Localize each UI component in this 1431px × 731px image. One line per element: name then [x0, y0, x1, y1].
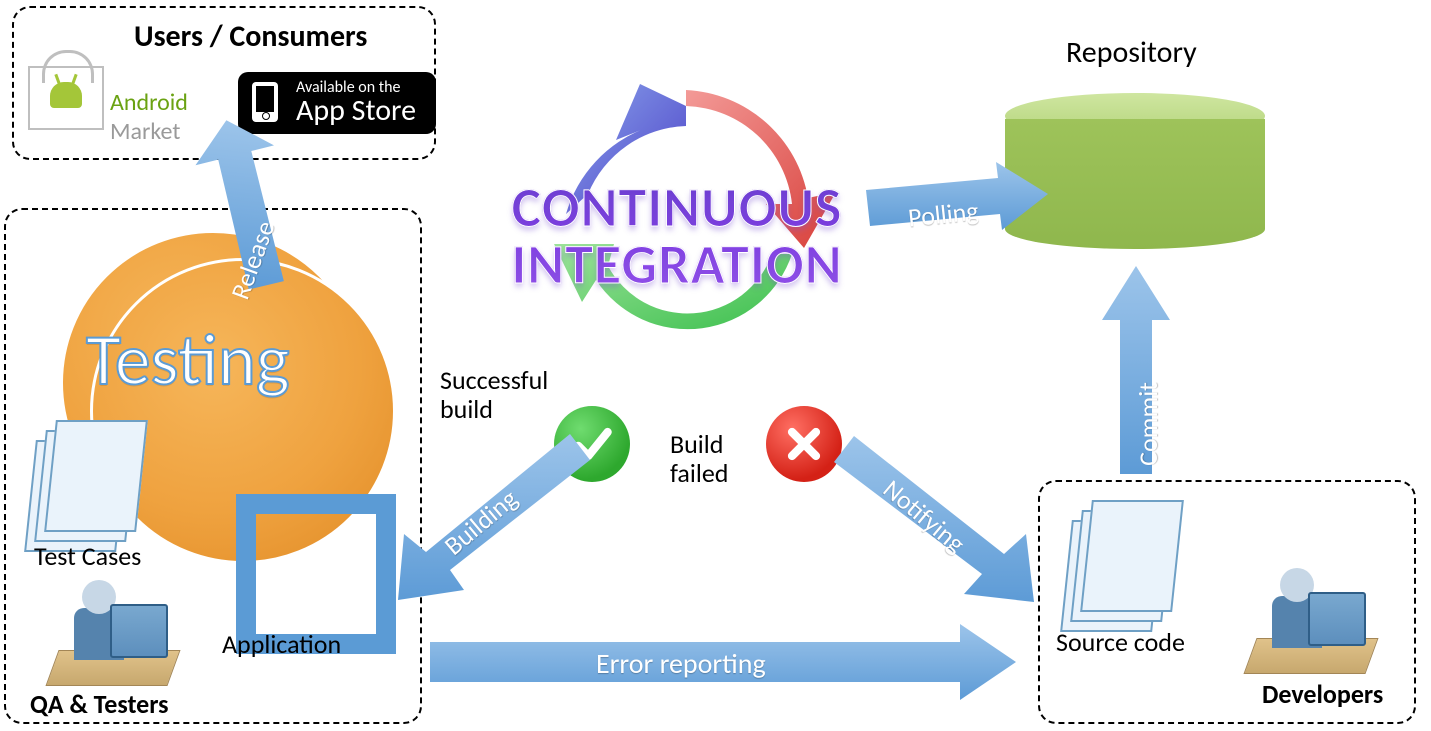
repository-title: Repository: [1066, 36, 1197, 69]
iphone-icon: [252, 82, 278, 122]
ci-title: CONTINUOUSINTEGRATION: [462, 180, 892, 294]
testing-label: Testing: [86, 316, 290, 404]
arrow-error-reporting: [420, 622, 1020, 702]
appstore-big: App Store: [296, 96, 422, 126]
source-code-label: Source code: [1056, 628, 1185, 657]
arrow-building: [392, 412, 592, 612]
qa-person-icon: [52, 570, 172, 690]
application-label: Application: [222, 630, 341, 659]
developers-title: Developers: [1262, 680, 1383, 709]
developer-person-icon: [1250, 558, 1370, 678]
build-failed-label: Build failed: [670, 430, 780, 487]
arrow-release: [168, 140, 308, 300]
android-market-label: Android Market: [110, 88, 188, 146]
arrow-commit: [1096, 264, 1176, 484]
arrow-notifying: [832, 414, 1042, 614]
test-cases-label: Test Cases: [34, 542, 141, 571]
consumers-title: Users / Consumers: [134, 20, 367, 53]
fail-icon: [766, 406, 842, 482]
qa-title: QA & Testers: [30, 690, 169, 719]
appstore-badge: Available on the App Store: [238, 72, 436, 134]
android-market-badge: Android Market: [28, 66, 104, 130]
android-robot-icon: [50, 82, 82, 108]
arrow-polling: [860, 168, 1050, 248]
